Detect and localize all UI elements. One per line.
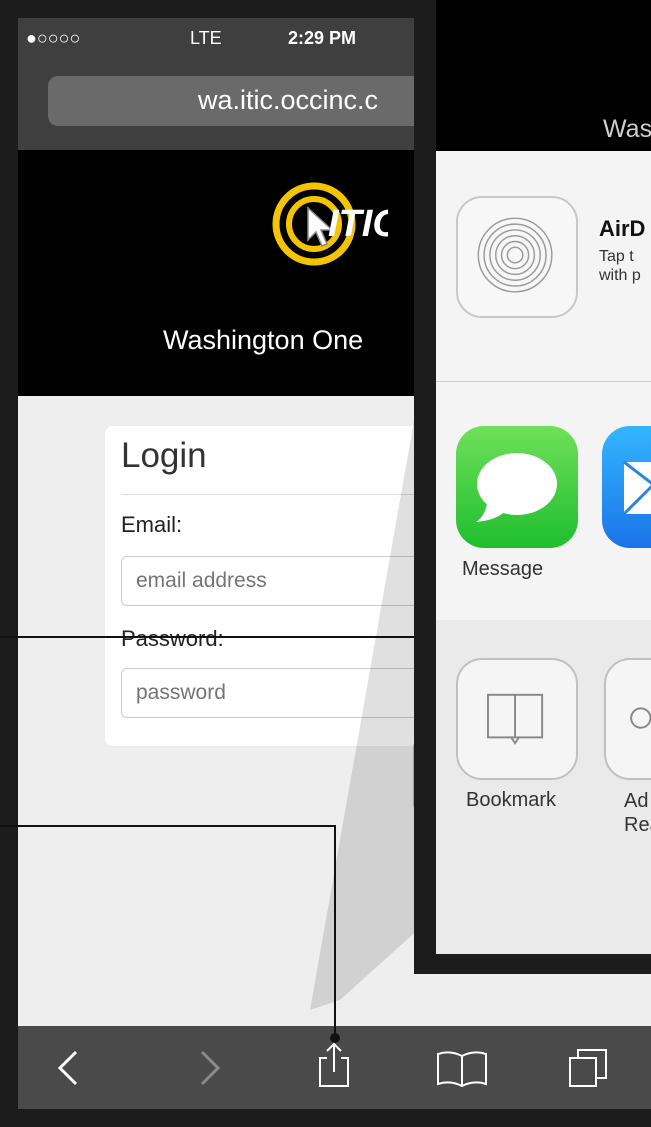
bookmark-label: Bookmark <box>466 789 557 811</box>
airdrop-icon[interactable] <box>456 196 578 318</box>
message-icon[interactable] <box>456 426 578 548</box>
airdrop-title: AirD <box>599 216 646 241</box>
share-actions-row: Bookmark Ad Read <box>436 621 651 954</box>
status-time: 2:29 PM <box>288 28 357 48</box>
back-icon[interactable] <box>48 1046 92 1090</box>
airdrop-row: AirD Tap t with p <box>436 151 651 382</box>
forward-icon[interactable] <box>186 1046 230 1090</box>
email-label: Email: <box>121 512 183 537</box>
backdrop-title-text: Was <box>603 115 651 143</box>
itic-logo: ITIC <box>272 182 388 266</box>
network-type: LTE <box>190 28 222 48</box>
reading-list-label: Ad Read <box>624 790 651 836</box>
logo-text: ITIC <box>328 203 388 245</box>
share-apps-row: Message M <box>436 382 651 620</box>
share-sheet-backdrop: Was <box>436 0 651 151</box>
url-text: wa.itic.occinc.c <box>198 85 379 115</box>
share-icon[interactable] <box>312 1040 356 1090</box>
right-phone-frame: Was AirD Tap t with p Message Bookmark A… <box>414 0 651 974</box>
tabs-icon[interactable] <box>566 1046 610 1090</box>
bookmark-icon[interactable] <box>456 658 578 780</box>
login-heading: Login <box>121 436 207 475</box>
airdrop-description: Tap t with p <box>599 248 641 284</box>
mail-icon[interactable] <box>602 426 651 548</box>
password-label: Password: <box>121 626 224 651</box>
browser-toolbar <box>18 1026 651 1109</box>
bookmarks-icon[interactable] <box>434 1046 490 1090</box>
reading-list-icon[interactable] <box>604 658 651 780</box>
signal-strength: ●○○○○ <box>26 28 81 48</box>
site-title: Washington One <box>163 325 364 355</box>
message-label: Message <box>462 558 544 580</box>
share-sheet-screen: Was AirD Tap t with p Message Bookmark A… <box>436 0 651 954</box>
